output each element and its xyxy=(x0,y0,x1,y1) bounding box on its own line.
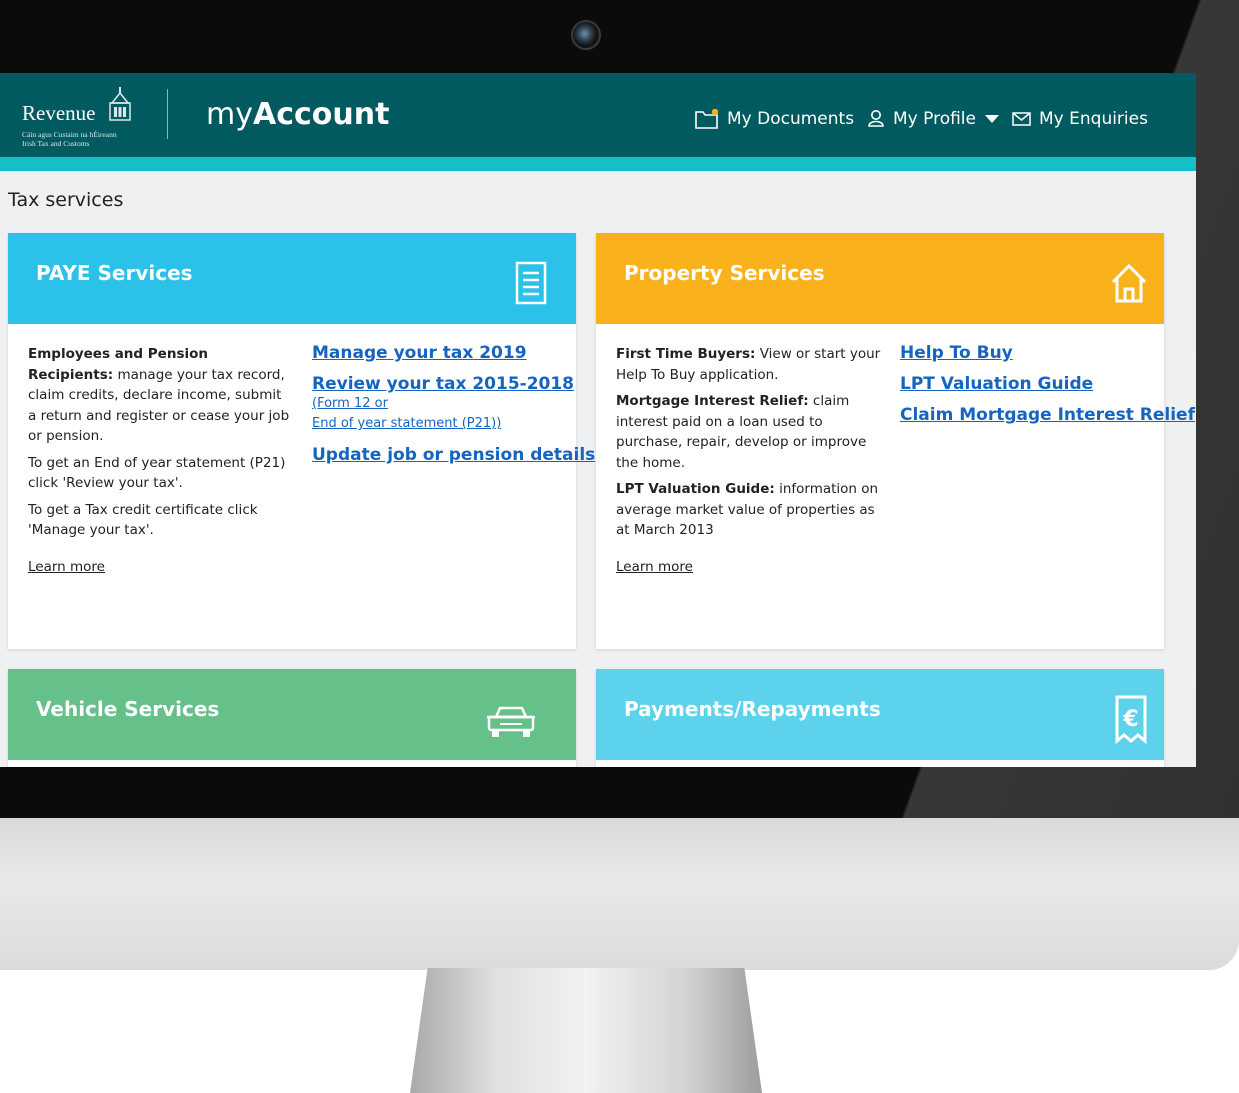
property-description: First Time Buyers: View or start your He… xyxy=(616,344,882,577)
property-desc-3-bold: LPT Valuation Guide: xyxy=(616,481,775,497)
app-title-prefix: my xyxy=(206,97,253,132)
envelope-icon xyxy=(1012,112,1031,126)
property-services-title: Property Services xyxy=(624,261,825,285)
property-links: Help To Buy LPT Valuation Guide Claim Mo… xyxy=(900,343,1195,425)
paye-services-header[interactable]: PAYE Services xyxy=(8,233,576,324)
nav-my-documents-label: My Documents xyxy=(727,109,855,129)
paye-learn-more-link[interactable]: Learn more xyxy=(28,557,105,578)
euro-receipt-icon: € xyxy=(1115,695,1147,745)
logo-subtitle-irish: Cáin agus Custaim na hÉireann xyxy=(22,130,117,139)
review-your-tax-link[interactable]: Review your tax 2015-2018 xyxy=(312,374,595,394)
logo-wordmark: Revenue xyxy=(22,101,96,125)
property-services-header[interactable]: Property Services xyxy=(596,233,1164,324)
folder-icon xyxy=(695,109,719,129)
property-desc-1: First Time Buyers: View or start your He… xyxy=(616,344,882,385)
car-icon xyxy=(487,706,535,737)
paye-description: Employees and Pension Recipients: manage… xyxy=(28,344,290,577)
document-icon xyxy=(515,261,547,305)
page-title: Tax services xyxy=(8,189,124,211)
property-desc-2-bold: Mortgage Interest Relief: xyxy=(616,393,809,409)
property-desc-2: Mortgage Interest Relief: claim interest… xyxy=(616,391,882,473)
vehicle-services-header[interactable]: Vehicle Services xyxy=(8,669,576,760)
lpt-valuation-guide-link[interactable]: LPT Valuation Guide xyxy=(900,374,1195,394)
top-navigation-bar: Revenue Cáin agus Custaim na hÉireann Ir… xyxy=(0,73,1196,157)
app-title-bold: Account xyxy=(252,97,390,132)
logo-subtitle: Cáin agus Custaim na hÉireann Irish Tax … xyxy=(22,130,152,148)
payments-repayments-card: Payments/Repayments € xyxy=(596,669,1164,767)
nav-my-profile-label: My Profile xyxy=(893,109,976,129)
paye-services-title: PAYE Services xyxy=(36,261,193,285)
revenue-logo[interactable]: Revenue Cáin agus Custaim na hÉireann Ir… xyxy=(22,87,152,148)
header-divider xyxy=(167,89,168,139)
svg-text:€: € xyxy=(1122,707,1138,732)
paye-desc-1: Employees and Pension Recipients: manage… xyxy=(28,344,290,447)
form-12-link[interactable]: (Form 12 or xyxy=(312,394,595,414)
claim-mortgage-interest-relief-link[interactable]: Claim Mortgage Interest Relief xyxy=(900,405,1195,425)
update-job-pension-link[interactable]: Update job or pension details xyxy=(312,445,595,465)
manage-your-tax-link[interactable]: Manage your tax 2019 xyxy=(312,343,595,363)
house-icon xyxy=(1111,263,1147,303)
screen: Revenue Cáin agus Custaim na hÉireann Ir… xyxy=(0,73,1196,767)
paye-links: Manage your tax 2019 Review your tax 201… xyxy=(312,343,595,465)
property-desc-1-bold: First Time Buyers: xyxy=(616,346,756,362)
monitor-chin xyxy=(0,818,1239,970)
caret-down-icon xyxy=(985,115,999,123)
nav-my-documents[interactable]: My Documents xyxy=(695,107,854,131)
property-desc-3: LPT Valuation Guide: information on aver… xyxy=(616,479,882,541)
vehicle-services-card: Vehicle Services xyxy=(8,669,576,767)
property-learn-more-link[interactable]: Learn more xyxy=(616,557,693,578)
help-to-buy-link[interactable]: Help To Buy xyxy=(900,343,1195,363)
webcam-icon xyxy=(571,20,601,50)
property-services-card: Property Services First Time Buyers: Vie… xyxy=(596,233,1195,649)
nav-my-profile[interactable]: My Profile xyxy=(867,107,1000,131)
nav-my-enquiries-label: My Enquiries xyxy=(1039,109,1148,129)
user-icon xyxy=(868,110,884,127)
custom-house-icon xyxy=(109,87,131,121)
paye-desc-2: To get an End of year statement (P21) cl… xyxy=(28,454,286,492)
paye-services-card: PAYE Services Employees and Pension Reci… xyxy=(8,233,595,649)
monitor-stand xyxy=(410,968,762,1093)
paye-desc-3: To get a Tax credit certificate click 'M… xyxy=(28,501,258,539)
nav-my-enquiries[interactable]: My Enquiries xyxy=(1012,107,1148,131)
payments-repayments-title: Payments/Repayments xyxy=(624,697,881,721)
payments-repayments-header[interactable]: Payments/Repayments € xyxy=(596,669,1164,760)
logo-subtitle-english: Irish Tax and Customs xyxy=(22,139,90,148)
header-accent-strip xyxy=(0,157,1196,171)
vehicle-services-title: Vehicle Services xyxy=(36,697,220,721)
end-of-year-statement-link[interactable]: End of year statement (P21)) xyxy=(312,414,595,434)
app-title: myAccount xyxy=(206,97,389,132)
